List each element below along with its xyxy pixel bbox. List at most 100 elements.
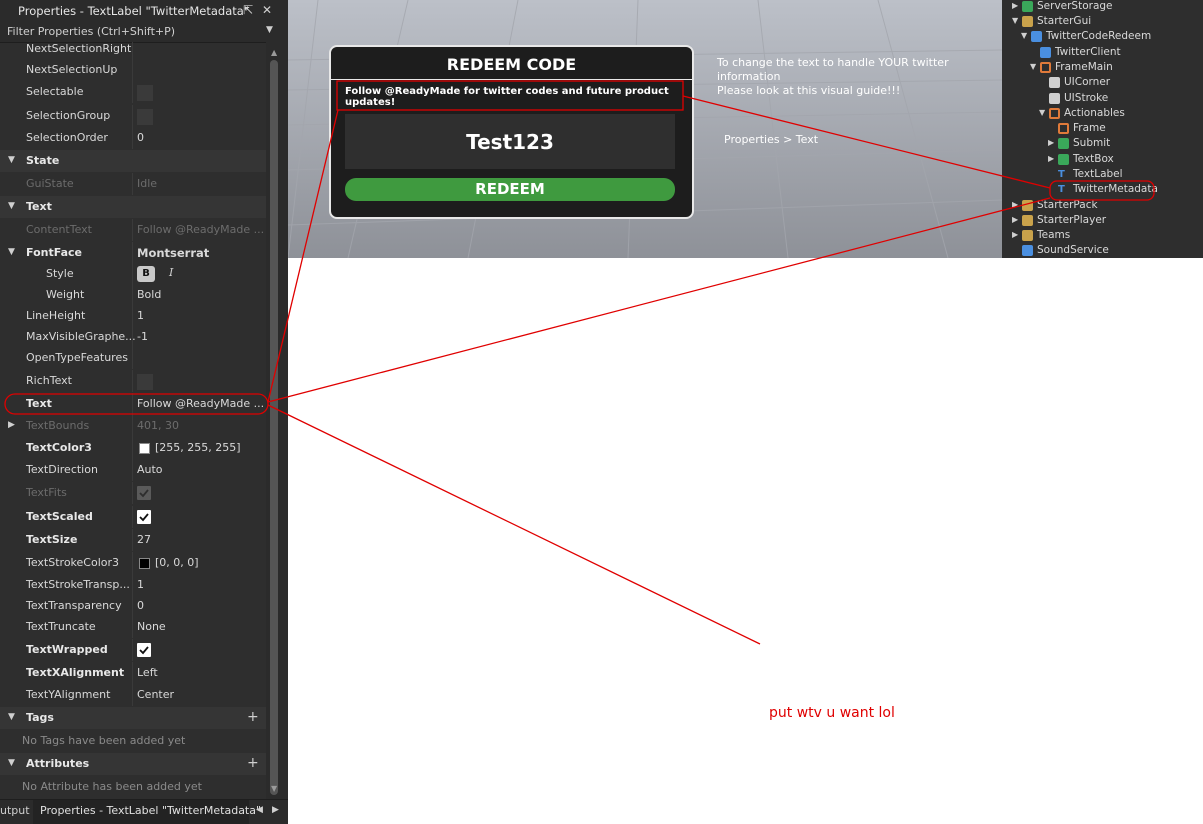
collapse-arrow-icon[interactable]: ▼ [1012,16,1018,25]
property-row[interactable]: TextWrapped [0,639,266,661]
property-row[interactable]: TextDirection Auto [0,459,266,481]
add-tag-icon[interactable]: + [247,709,259,725]
scroll-up-icon[interactable]: ▲ [271,48,277,57]
text-scaled-checkbox[interactable] [137,510,151,524]
property-row[interactable]: TextStrokeColor3 [0, 0, 0] [0,552,266,574]
explorer-item-label: TwitterClient [1055,46,1121,58]
expand-arrow-icon[interactable]: ▶ [1048,138,1054,147]
expand-arrow-icon[interactable]: ▶ [1012,200,1018,209]
property-row[interactable]: GuiState Idle [0,173,266,195]
text-label-icon: T [1058,169,1065,180]
selectable-checkbox[interactable] [137,85,153,101]
properties-scrollbar[interactable]: ▲ ▼ [266,42,288,799]
italic-toggle-button[interactable]: I [169,266,173,279]
property-value[interactable]: [0, 0, 0] [155,556,199,569]
property-name: SelectionOrder [26,131,108,144]
scroll-thumb[interactable] [270,60,278,795]
property-row[interactable]: TextTransparency 0 [0,595,266,617]
property-row[interactable]: RichText [0,370,266,392]
property-row[interactable]: TextSize 27 [0,529,266,551]
close-icon[interactable]: ✕ [262,3,272,17]
property-row[interactable]: ContentText Follow @ReadyMade ... [0,219,266,241]
filter-properties-input[interactable]: Filter Properties (Ctrl+Shift+P) ▼ [0,22,288,43]
property-row[interactable]: TextStrokeTransp... 1 [0,574,266,596]
expand-arrow-icon[interactable]: ▶ [1012,215,1018,224]
expand-arrow-icon[interactable]: ▶ [1012,230,1018,239]
sound-service-icon [1022,245,1033,256]
bold-toggle-button[interactable]: B [137,266,155,282]
property-value[interactable]: Follow @ReadyMade ... [137,397,264,410]
tab-next-icon[interactable]: ▶ [272,805,279,815]
local-script-icon [1040,47,1051,58]
property-value[interactable]: Auto [137,463,163,476]
tab-prev-icon[interactable]: ◀ [256,805,263,815]
property-row[interactable]: TextYAlignment Center [0,684,266,706]
property-row[interactable]: TextColor3 [255, 255, 255] [0,437,266,459]
property-row[interactable]: TextXAlignment Left [0,662,266,684]
collapse-arrow-icon[interactable]: ▼ [8,712,15,722]
tab-output[interactable]: utput [0,804,30,817]
redeem-button[interactable]: REDEEM [345,178,675,201]
guide-note-line1: To change the text to handle YOUR twitte… [717,56,949,83]
property-row-text[interactable]: Text Follow @ReadyMade ... [0,393,266,415]
color-swatch[interactable] [139,558,150,569]
category-state[interactable]: ▼ State [0,150,266,172]
property-row[interactable]: TextScaled [0,506,266,528]
collapse-arrow-icon[interactable]: ▼ [8,201,15,211]
property-value[interactable]: -1 [137,330,148,343]
property-row[interactable]: LineHeight 1 [0,305,266,327]
property-value[interactable]: 1 [137,578,144,591]
tab-properties-label: Properties - TextLabel "TwitterMetadata" [40,804,262,817]
chevron-down-icon[interactable]: ▼ [266,25,273,35]
property-name: SelectionGroup [26,109,111,122]
expand-arrow-icon[interactable]: ▶ [8,420,15,430]
undock-icon[interactable]: ⇱ [243,3,253,17]
collapse-arrow-icon[interactable]: ▼ [8,247,15,257]
property-row[interactable]: TextTruncate None [0,616,266,638]
property-value[interactable]: 1 [137,309,144,322]
property-value[interactable]: Center [137,688,174,701]
collapse-arrow-icon[interactable]: ▼ [1039,108,1045,117]
game-viewport[interactable]: REDEEM CODE Follow @ReadyMade for twitte… [288,0,1002,258]
expand-arrow-icon[interactable]: ▶ [1012,1,1018,10]
property-row[interactable]: Style B I [0,263,266,285]
code-textbox[interactable]: Test123 [345,114,675,169]
property-value[interactable]: 0 [137,599,144,612]
explorer-item-label: TextLabel [1073,168,1123,180]
property-value[interactable]: 0 [137,131,144,144]
collapse-arrow-icon[interactable]: ▼ [1021,31,1027,40]
add-attribute-icon[interactable]: + [247,755,259,771]
expand-arrow-icon[interactable]: ▶ [1048,154,1054,163]
category-text[interactable]: ▼ Text [0,196,266,218]
category-attributes[interactable]: ▼ Attributes + [0,753,266,775]
rich-text-checkbox[interactable] [137,374,153,390]
selection-group-checkbox[interactable] [137,109,153,125]
property-row[interactable]: Selectable [0,81,266,103]
property-row[interactable]: OpenTypeFeatures [0,347,266,369]
property-value[interactable]: Bold [137,288,161,301]
property-name: GuiState [26,177,74,190]
scroll-down-icon[interactable]: ▼ [271,784,277,793]
property-row[interactable]: SelectionOrder 0 [0,127,266,149]
property-value[interactable]: 27 [137,533,151,546]
property-row[interactable]: NextSelectionRight [0,42,266,60]
collapse-arrow-icon[interactable]: ▼ [1030,62,1036,71]
color-swatch[interactable] [139,443,150,454]
collapse-arrow-icon[interactable]: ▼ [8,758,15,768]
text-wrapped-checkbox[interactable] [137,643,151,657]
property-row[interactable]: SelectionGroup [0,105,266,127]
property-row[interactable]: NextSelectionUp [0,59,266,81]
property-row[interactable]: ▼ FontFace Montserrat [0,242,266,264]
property-value[interactable]: Left [137,666,158,679]
property-row[interactable]: MaxVisibleGraphe... -1 [0,326,266,348]
property-row[interactable]: ▶ TextBounds 401, 30 [0,415,266,437]
collapse-arrow-icon[interactable]: ▼ [8,155,15,165]
property-value[interactable]: [255, 255, 255] [155,441,241,454]
tab-properties[interactable]: Properties - TextLabel "TwitterMetadata" [33,800,261,824]
property-value[interactable]: Montserrat [137,246,209,260]
property-value[interactable]: None [137,620,166,633]
property-row[interactable]: TextFits [0,482,266,504]
property-row[interactable]: Weight Bold [0,284,266,306]
property-name: TextBounds [26,419,90,432]
category-tags[interactable]: ▼ Tags + [0,707,266,729]
